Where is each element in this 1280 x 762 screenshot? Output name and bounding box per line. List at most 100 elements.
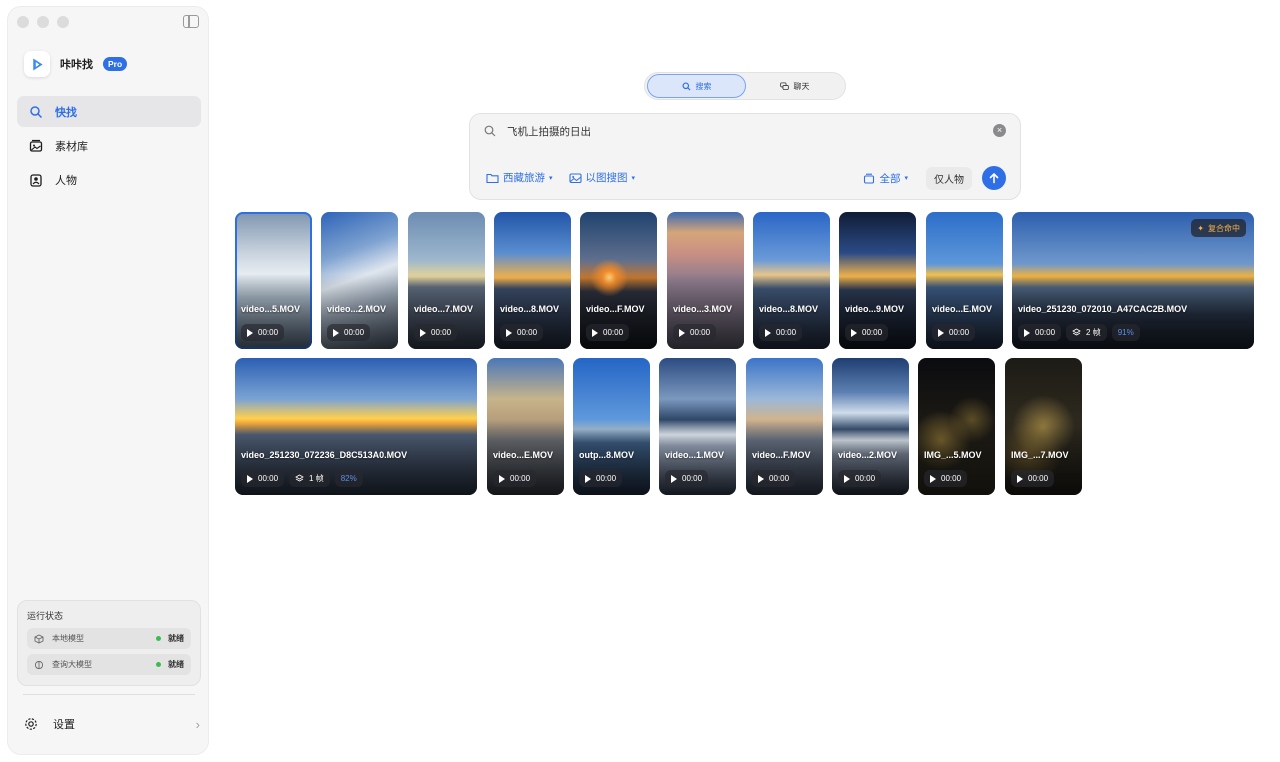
match-score: 91%	[1111, 324, 1140, 341]
tab-search-label: 搜索	[695, 81, 712, 91]
image-search-dropdown[interactable]: 以图搜图 ▾	[568, 170, 636, 185]
play-icon	[420, 328, 426, 337]
duration: 00:00	[776, 328, 797, 337]
result-card[interactable]: video...3.MOV 00:00	[667, 212, 744, 349]
play-button[interactable]: 00:00	[241, 324, 285, 341]
frame-count-label: 1 帧	[309, 474, 324, 483]
play-button[interactable]: 00:00	[673, 324, 717, 341]
result-meta: 00:00	[673, 324, 717, 341]
play-icon	[247, 328, 253, 337]
result-filename: video...5.MOV	[241, 304, 301, 314]
sidebar-item-people[interactable]: 人物	[17, 164, 201, 195]
chevron-down-icon: ▾	[904, 175, 908, 182]
play-button[interactable]: 00:00	[1018, 324, 1062, 341]
submit-search-button[interactable]	[982, 166, 1006, 190]
play-icon	[592, 328, 598, 337]
status-label: 本地模型	[52, 634, 84, 643]
layers-icon	[295, 474, 304, 482]
search-icon	[30, 105, 43, 118]
result-card[interactable]: ✦ 复合命中 video_251230_072010_A47CAC2B.MOV 0…	[1012, 212, 1254, 349]
status-value: 就绪	[168, 634, 184, 643]
result-filename: video...F.MOV	[752, 450, 811, 460]
duration: 00:00	[1035, 328, 1056, 337]
result-card[interactable]: video...E.MOV 00:00	[487, 358, 564, 495]
result-card[interactable]: video...2.MOV 00:00	[832, 358, 909, 495]
play-button[interactable]: 00:00	[327, 324, 371, 341]
layers-icon	[1072, 328, 1081, 336]
app-name: 咔咔找	[60, 59, 93, 71]
status-dot	[156, 636, 161, 641]
sidebar-nav: 快找 素材库 人物	[17, 96, 201, 198]
result-meta: 00:00	[759, 324, 803, 341]
play-icon	[758, 474, 764, 483]
sidebar-item-label: 人物	[55, 174, 77, 187]
duration: 00:00	[769, 474, 790, 483]
duration: 00:00	[1028, 474, 1049, 483]
run-status-panel: 运行状态 本地模型 就绪 查询大模型 就绪	[17, 600, 201, 686]
play-button[interactable]: 00:00	[241, 470, 285, 487]
settings-button[interactable]: 设置 ›	[24, 713, 200, 735]
maximize-window-button[interactable]	[57, 16, 69, 28]
close-window-button[interactable]	[17, 16, 29, 28]
result-meta: 00:00 2 帧 91%	[1018, 324, 1140, 341]
album-filter-label: 西藏旅游	[503, 172, 545, 184]
result-card[interactable]: IMG_...5.MOV 00:00	[918, 358, 995, 495]
result-card[interactable]: video_251230_072236_D8C513A0.MOV 00:00 1…	[235, 358, 477, 495]
sidebar-item-library[interactable]: 素材库	[17, 130, 201, 161]
play-button[interactable]: 00:00	[414, 324, 458, 341]
result-card[interactable]: video...E.MOV 00:00	[926, 212, 1003, 349]
clear-search-button[interactable]: ×	[993, 124, 1006, 137]
play-button[interactable]: 00:00	[493, 470, 537, 487]
photo-library-icon	[29, 139, 43, 152]
duration: 00:00	[855, 474, 876, 483]
play-button[interactable]: 00:00	[838, 470, 882, 487]
result-card[interactable]: video...F.MOV 00:00	[580, 212, 657, 349]
play-button[interactable]: 00:00	[500, 324, 544, 341]
result-card[interactable]: video...7.MOV 00:00	[408, 212, 485, 349]
play-button[interactable]: 00:00	[665, 470, 709, 487]
play-button[interactable]: 00:00	[759, 324, 803, 341]
play-button[interactable]: 00:00	[752, 470, 796, 487]
tab-search[interactable]: 搜索	[647, 74, 746, 98]
play-button[interactable]: 00:00	[924, 470, 968, 487]
status-row-local-model: 本地模型 就绪	[27, 628, 191, 649]
result-meta: 00:00	[327, 324, 371, 341]
chevron-down-icon: ▾	[549, 174, 553, 182]
result-card[interactable]: video...5.MOV 00:00	[235, 212, 312, 349]
minimize-window-button[interactable]	[37, 16, 49, 28]
people-only-toggle[interactable]: 仅人物	[926, 166, 972, 190]
result-card[interactable]: video...1.MOV 00:00	[659, 358, 736, 495]
app-brand: 咔咔找 Pro	[24, 51, 128, 77]
settings-label: 设置	[53, 719, 75, 731]
play-icon	[499, 474, 505, 483]
pro-badge: Pro	[103, 57, 128, 71]
play-button[interactable]: 00:00	[1011, 470, 1055, 487]
play-icon	[671, 474, 677, 483]
result-card[interactable]: video...9.MOV 00:00	[839, 212, 916, 349]
result-card[interactable]: IMG_...7.MOV 00:00	[1005, 358, 1082, 495]
result-card[interactable]: video...8.MOV 00:00	[753, 212, 830, 349]
result-meta: 00:00	[414, 324, 458, 341]
duration: 00:00	[258, 328, 279, 337]
image-icon	[568, 172, 582, 183]
album-filter-dropdown[interactable]: 西藏旅游 ▾	[486, 170, 553, 185]
result-card[interactable]: outp...8.MOV 00:00	[573, 358, 650, 495]
result-card[interactable]: video...F.MOV 00:00	[746, 358, 823, 495]
result-card[interactable]: video...2.MOV 00:00	[321, 212, 398, 349]
scope-dropdown[interactable]: 全部 ▾	[863, 171, 908, 186]
result-card[interactable]: video...8.MOV 00:00	[494, 212, 571, 349]
tab-chat[interactable]: 聊天	[746, 74, 843, 98]
result-meta: 00:00	[586, 324, 630, 341]
sidebar-item-quick-find[interactable]: 快找	[17, 96, 201, 127]
sidebar-toggle-icon[interactable]	[183, 15, 199, 28]
play-button[interactable]: 00:00	[579, 470, 623, 487]
result-meta: 00:00	[579, 470, 623, 487]
arrow-up-icon	[989, 172, 999, 184]
play-button[interactable]: 00:00	[932, 324, 976, 341]
result-filename: video...1.MOV	[665, 450, 725, 460]
result-filename: video...2.MOV	[327, 304, 387, 314]
chevron-down-icon: ▾	[631, 174, 636, 182]
search-input[interactable]: 飞机上拍摄的日出	[507, 124, 591, 139]
play-button[interactable]: 00:00	[586, 324, 630, 341]
play-button[interactable]: 00:00	[845, 324, 889, 341]
